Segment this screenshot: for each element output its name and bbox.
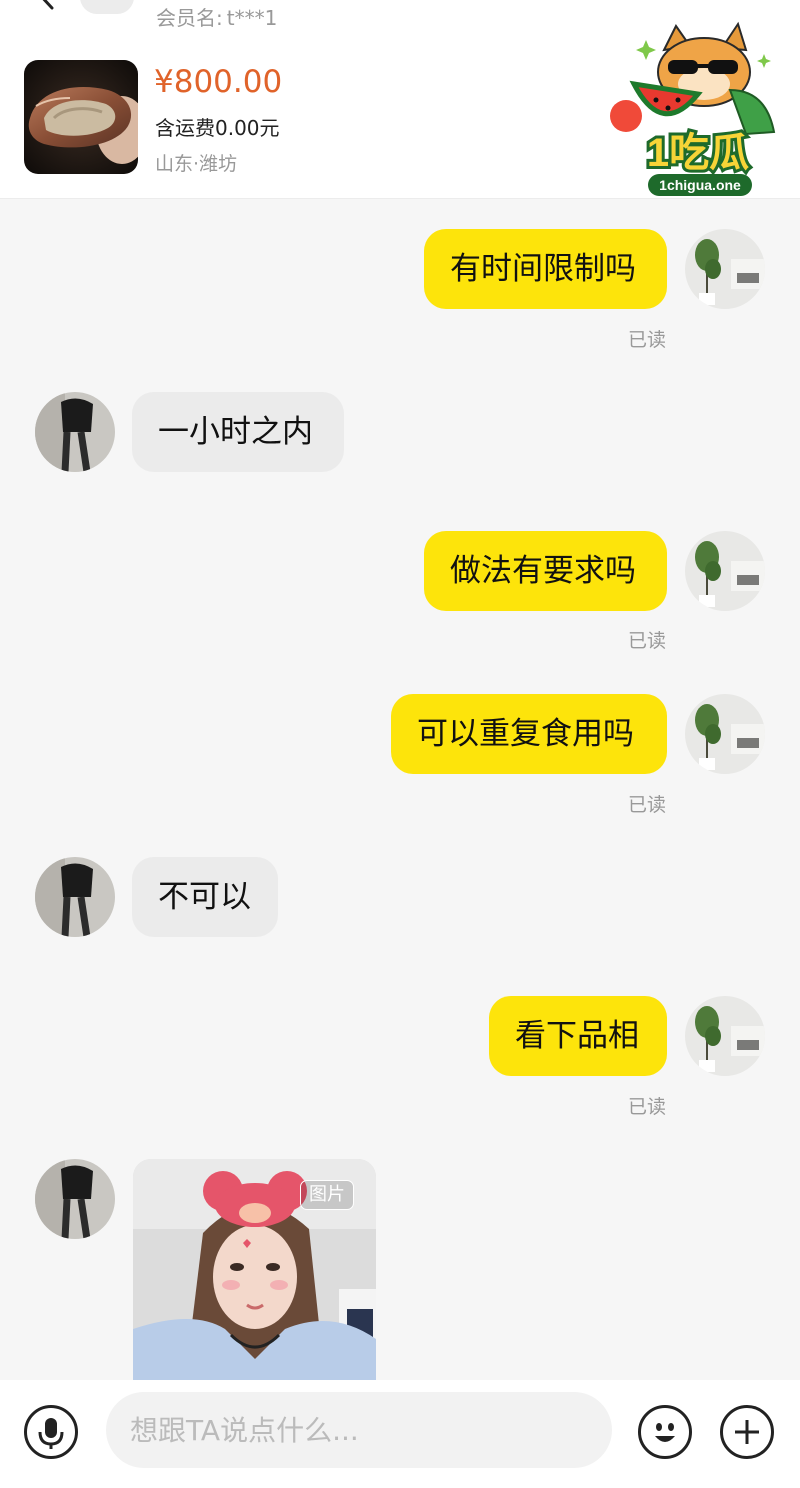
back-arrow-icon[interactable]	[30, 0, 64, 12]
message-bubble-outgoing[interactable]: 做法有要求吗	[424, 531, 667, 611]
voice-button[interactable]	[24, 1405, 78, 1459]
my-avatar[interactable]	[685, 229, 765, 309]
my-avatar[interactable]	[685, 694, 765, 774]
my-avatar[interactable]	[685, 531, 765, 611]
emoji-button[interactable]	[638, 1405, 692, 1459]
member-name-line: 会员名: t***1	[156, 2, 277, 31]
message-bubble-outgoing[interactable]: 可以重复食用吗	[391, 694, 667, 774]
member-name: t***1	[226, 6, 278, 30]
watermark-logo: 1吃瓜 1chigua.one	[610, 21, 776, 196]
message-bubble-incoming[interactable]: 不可以	[132, 857, 278, 937]
message-bubble-outgoing[interactable]: 看下品相	[489, 996, 667, 1076]
contact-avatar[interactable]	[35, 392, 115, 472]
product-price: ¥800.00	[154, 64, 283, 100]
member-label: 会员名:	[156, 6, 223, 30]
message-bubble-outgoing[interactable]: 有时间限制吗	[424, 229, 667, 309]
read-status: 已读	[628, 1096, 667, 1118]
image-tag: 图片	[300, 1180, 354, 1210]
contact-avatar[interactable]	[35, 857, 115, 937]
watermark-main-text: 1吃瓜	[647, 131, 749, 175]
plus-icon	[735, 1420, 759, 1444]
read-status: 已读	[628, 329, 667, 351]
read-status: 已读	[628, 630, 667, 652]
message-bubble-incoming[interactable]: 一小时之内	[132, 392, 344, 472]
my-avatar[interactable]	[685, 996, 765, 1076]
more-button[interactable]	[720, 1405, 774, 1459]
emoji-icon	[655, 1423, 675, 1442]
microphone-icon	[38, 1418, 64, 1449]
contact-avatar[interactable]	[35, 1159, 115, 1239]
input-bar	[0, 1380, 800, 1488]
message-input[interactable]	[106, 1392, 612, 1468]
seller-location: 山东·潍坊	[155, 153, 238, 175]
unread-count-pill[interactable]	[80, 0, 134, 14]
product-thumbnail[interactable]	[24, 60, 138, 174]
watermark-url: 1chigua.one	[659, 177, 741, 193]
shipping-fee: 含运费0.00元	[155, 116, 280, 140]
read-status: 已读	[628, 794, 667, 816]
